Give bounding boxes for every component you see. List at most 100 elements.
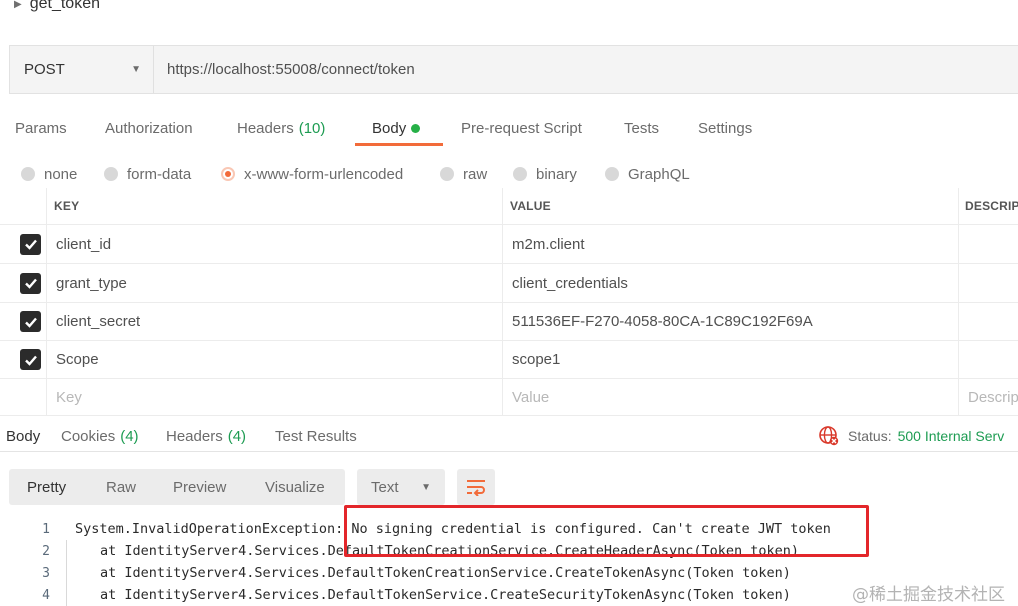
- expand-caret-icon[interactable]: ▶: [14, 0, 22, 10]
- new-description-placeholder[interactable]: Descrip: [968, 379, 1018, 415]
- radio-raw[interactable]: raw: [440, 160, 487, 188]
- response-tab-headers[interactable]: Headers (4): [166, 422, 246, 450]
- radio-x-www-form-urlencoded[interactable]: x-www-form-urlencoded: [221, 160, 403, 188]
- table-row: grant_type client_credentials: [0, 264, 1018, 303]
- body-type-options: none form-data x-www-form-urlencoded raw…: [0, 160, 1018, 188]
- status-dot-icon: [411, 123, 421, 133]
- radio-circle-icon: [605, 167, 619, 181]
- view-preview-button[interactable]: Preview: [173, 469, 226, 505]
- url-bar: POST ▼ https://localhost:55008/connect/t…: [9, 45, 1018, 94]
- request-name-label: get_token: [29, 0, 100, 12]
- column-divider: [46, 188, 47, 416]
- watermark: @稀土掘金技术社区: [852, 585, 1005, 605]
- radio-label: GraphQL: [628, 165, 690, 183]
- radio-label: none: [44, 165, 78, 183]
- column-divider: [958, 188, 959, 416]
- radio-label: x-www-form-urlencoded: [244, 165, 404, 183]
- code-text: at IdentityServer4.Services.DefaultToken…: [100, 565, 791, 581]
- line-number: 2: [42, 543, 50, 559]
- column-header-value: VALUE: [510, 199, 551, 213]
- row-value[interactable]: client_credentials: [512, 264, 628, 302]
- wrap-lines-button[interactable]: [457, 469, 495, 505]
- new-key-placeholder[interactable]: Key: [56, 379, 82, 415]
- request-name[interactable]: ▶ get_token: [14, 0, 100, 14]
- format-select[interactable]: Text ▼: [357, 469, 445, 505]
- tab-label: Authorization: [105, 119, 193, 137]
- active-tab-indicator: [355, 143, 443, 146]
- tab-label: Tests: [624, 119, 660, 137]
- response-tab-test-results[interactable]: Test Results: [275, 422, 357, 450]
- line-number: 3: [42, 565, 50, 581]
- radio-selected-icon: [221, 167, 235, 181]
- tab-label: Pre-request Script: [461, 119, 582, 137]
- radio-label: binary: [536, 165, 577, 183]
- radio-binary[interactable]: binary: [513, 160, 577, 188]
- chevron-down-icon: ▼: [131, 64, 141, 75]
- table-row: Scope scope1: [0, 341, 1018, 379]
- row-checkbox[interactable]: [20, 225, 41, 263]
- tab-label: Body: [6, 427, 41, 445]
- tab-label: Test Results: [275, 427, 357, 445]
- row-key[interactable]: client_id: [56, 225, 111, 263]
- tab-label: Headers: [237, 119, 294, 137]
- url-input[interactable]: https://localhost:55008/connect/token: [154, 46, 415, 93]
- row-value[interactable]: 511536EF-F270-4058-80CA-1C89C192F69A: [512, 303, 813, 340]
- table-row-new: Key Value Descrip: [0, 379, 1018, 416]
- tab-body[interactable]: Body: [372, 110, 421, 146]
- tab-count: (10): [298, 119, 326, 137]
- tab-pre-request-script[interactable]: Pre-request Script: [461, 110, 582, 146]
- tab-label: Cookies: [61, 427, 116, 445]
- row-key[interactable]: client_secret: [56, 303, 140, 340]
- tab-count: (4): [120, 427, 139, 445]
- radio-form-data[interactable]: form-data: [104, 160, 191, 188]
- radio-graphql[interactable]: GraphQL: [605, 160, 690, 188]
- status-value: 500 Internal Serv: [897, 428, 1005, 444]
- row-value[interactable]: scope1: [512, 341, 560, 378]
- code-text: at IdentityServer4.Services.DefaultToken…: [100, 587, 791, 603]
- table-row: client_id m2m.client: [0, 225, 1018, 264]
- divider: [0, 451, 1018, 452]
- column-divider: [502, 188, 503, 416]
- request-tabs: Params Authorization Headers (10) Body Pr…: [0, 110, 1018, 148]
- response-tab-cookies[interactable]: Cookies (4): [61, 422, 139, 450]
- row-key[interactable]: Scope: [56, 341, 99, 378]
- view-raw-button[interactable]: Raw: [106, 469, 136, 505]
- checkmark-icon: [24, 239, 37, 250]
- checkmark-icon: [24, 317, 37, 328]
- view-mode-group: Pretty Raw Preview Visualize: [9, 469, 345, 505]
- row-checkbox[interactable]: [20, 341, 41, 378]
- radio-label: raw: [463, 165, 488, 183]
- view-visualize-button[interactable]: Visualize: [265, 469, 325, 505]
- tab-tests[interactable]: Tests: [624, 110, 659, 146]
- row-value[interactable]: m2m.client: [512, 225, 585, 263]
- chevron-down-icon: ▼: [421, 481, 431, 493]
- table-header-row: KEY VALUE DESCRIP: [0, 188, 1018, 225]
- response-status: Status: 500 Internal Serv: [818, 422, 1004, 450]
- tab-settings[interactable]: Settings: [698, 110, 752, 146]
- tab-authorization[interactable]: Authorization: [105, 110, 193, 146]
- column-header-description: DESCRIP: [965, 199, 1018, 213]
- radio-circle-icon: [440, 167, 454, 181]
- method-label: POST: [24, 61, 65, 78]
- tab-headers[interactable]: Headers (10): [237, 110, 325, 146]
- response-tab-body[interactable]: Body: [6, 422, 40, 450]
- new-value-placeholder[interactable]: Value: [512, 379, 549, 415]
- wrap-lines-icon: [467, 480, 485, 496]
- row-checkbox[interactable]: [20, 303, 41, 340]
- view-pretty-button[interactable]: Pretty: [27, 469, 66, 505]
- row-key[interactable]: grant_type: [56, 264, 127, 302]
- method-select[interactable]: POST ▼: [10, 46, 154, 93]
- column-header-key: KEY: [54, 199, 80, 213]
- tab-params[interactable]: Params: [15, 110, 67, 146]
- tab-label: Headers: [166, 427, 223, 445]
- table-row: client_secret 511536EF-F270-4058-80CA-1C…: [0, 303, 1018, 341]
- response-tabs: Body Cookies (4) Headers (4) Test Results …: [0, 422, 1018, 450]
- radio-circle-icon: [513, 167, 527, 181]
- tab-label: Params: [15, 119, 67, 137]
- radio-none[interactable]: none: [21, 160, 77, 188]
- radio-circle-icon: [104, 167, 118, 181]
- tab-label: Body: [372, 119, 407, 137]
- radio-label: form-data: [127, 165, 192, 183]
- row-checkbox[interactable]: [20, 264, 41, 302]
- globe-icon[interactable]: [818, 425, 840, 447]
